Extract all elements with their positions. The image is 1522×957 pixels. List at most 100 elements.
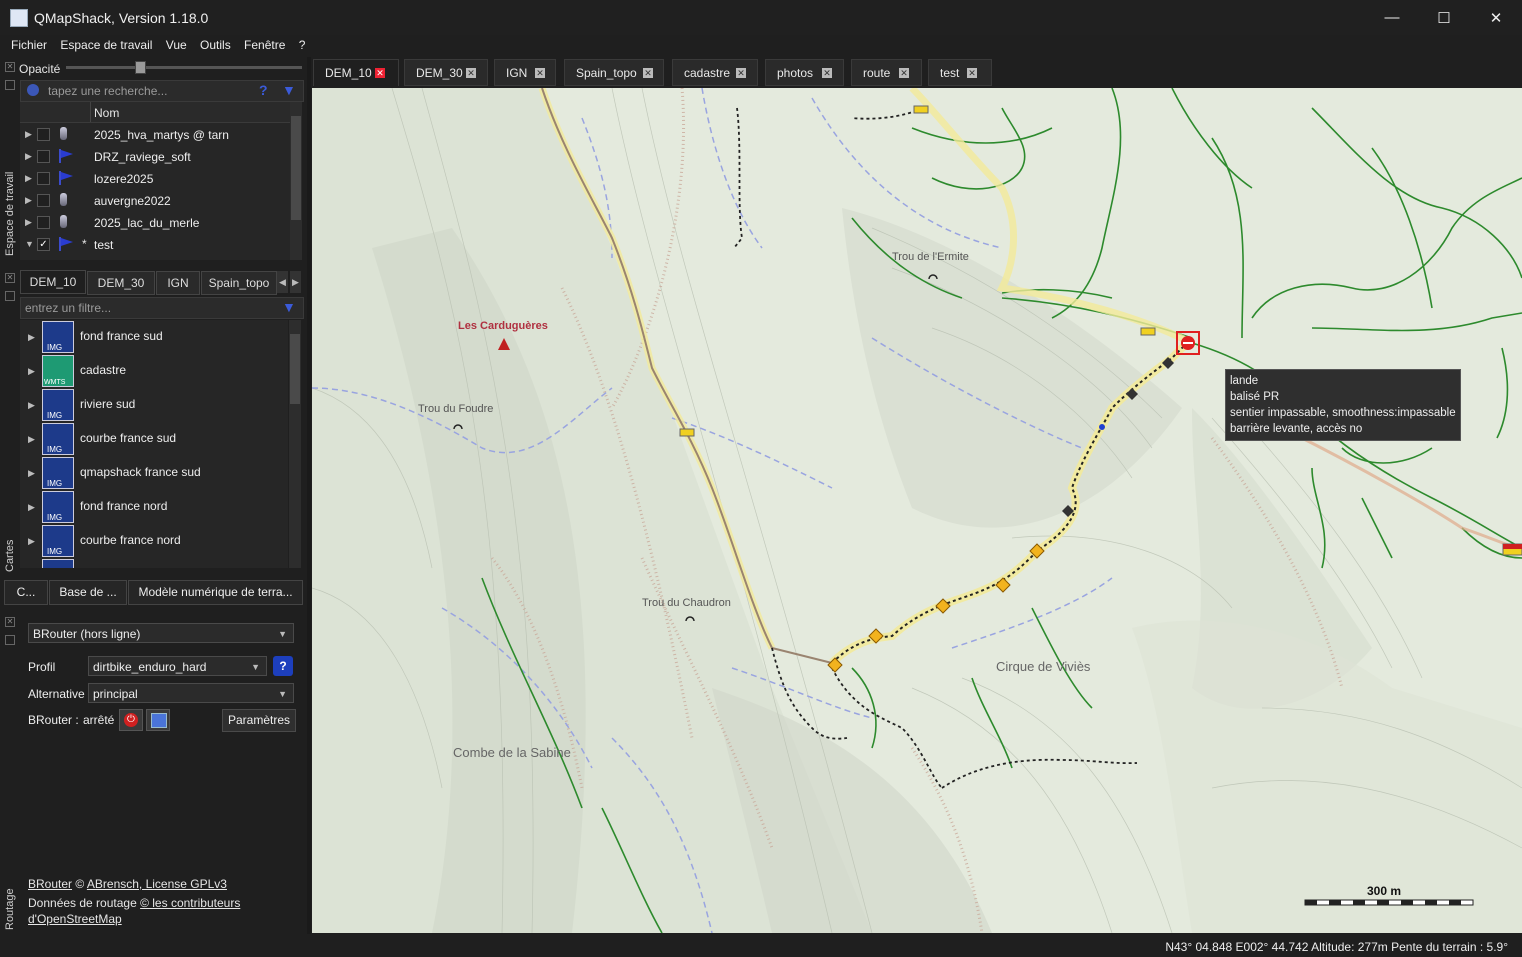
column-header-name[interactable]: Nom bbox=[94, 106, 119, 120]
menu-outils[interactable]: Outils bbox=[195, 35, 236, 55]
map-view-tab-dem10[interactable]: DEM_10 bbox=[20, 270, 86, 294]
map-view-tab-dem30[interactable]: DEM_30 bbox=[87, 271, 155, 295]
map-tab-dem30[interactable]: DEM_30 ✕ bbox=[404, 59, 488, 86]
tabs-left-arrow-icon[interactable]: ◀ bbox=[277, 271, 288, 293]
expand-arrow-icon[interactable]: ▶ bbox=[25, 129, 32, 140]
profile-help-icon[interactable]: ? bbox=[273, 656, 293, 676]
router-value: BRouter (hors ligne) bbox=[33, 627, 141, 641]
list-item[interactable]: ▶ IMG courbe france sud bbox=[20, 422, 285, 456]
opacity-slider-handle[interactable] bbox=[135, 61, 146, 74]
minimize-button[interactable]: — bbox=[1366, 0, 1418, 35]
power-button[interactable]: ⏻ bbox=[119, 709, 143, 731]
expand-arrow-icon[interactable]: ▶ bbox=[28, 366, 35, 377]
parameters-button[interactable]: Paramètres bbox=[222, 709, 296, 732]
help-icon[interactable]: ? bbox=[259, 82, 268, 98]
expand-arrow-icon[interactable]: ▶ bbox=[25, 151, 32, 162]
menu-vue[interactable]: Vue bbox=[161, 35, 192, 55]
profile-select[interactable]: dirtbike_enduro_hard ▼ bbox=[88, 656, 267, 676]
filter-icon[interactable]: ▼ bbox=[282, 299, 296, 315]
expand-arrow-icon[interactable]: ▶ bbox=[28, 434, 35, 445]
tree-row[interactable]: ▶ 2025_lac_du_merle bbox=[20, 212, 290, 234]
project-checkbox-checked[interactable]: ✓ bbox=[37, 238, 50, 251]
map-tab-route[interactable]: route ✕ bbox=[851, 59, 922, 86]
map-list-scrollbar[interactable] bbox=[289, 320, 301, 568]
close-window-button[interactable]: ✕ bbox=[1470, 0, 1522, 35]
brouter-link[interactable]: BRouter bbox=[28, 877, 72, 891]
tabs-right-arrow-icon[interactable]: ▶ bbox=[290, 271, 301, 293]
close-tab-icon[interactable]: ✕ bbox=[822, 68, 832, 78]
tree-row[interactable]: ▶ lozere2025 bbox=[20, 168, 290, 190]
close-tab-icon[interactable]: ✕ bbox=[375, 68, 385, 78]
expand-arrow-icon[interactable]: ▶ bbox=[28, 502, 35, 513]
menu-fichier[interactable]: Fichier bbox=[6, 35, 52, 55]
menu-fenetre[interactable]: Fenêtre bbox=[239, 35, 290, 55]
dock-close-icon[interactable]: ✕ bbox=[5, 62, 15, 72]
console-button[interactable] bbox=[146, 709, 170, 731]
map-tab-cadastre[interactable]: cadastre ✕ bbox=[672, 59, 758, 86]
panel-splitter[interactable] bbox=[307, 57, 311, 934]
list-item[interactable]: ▶ IMG fond france nord bbox=[20, 490, 285, 524]
dock-close-icon[interactable]: ✕ bbox=[5, 273, 15, 283]
expand-arrow-icon[interactable]: ▶ bbox=[25, 195, 32, 206]
map-tab-photos[interactable]: photos ✕ bbox=[765, 59, 844, 86]
map-filter-input[interactable]: entrez un filtre... ▼ bbox=[20, 297, 304, 319]
project-checkbox[interactable] bbox=[37, 150, 50, 163]
dock-float-icon[interactable] bbox=[5, 291, 15, 301]
project-checkbox[interactable] bbox=[37, 194, 50, 207]
map-tab-spain-topo[interactable]: Spain_topo ✕ bbox=[564, 59, 664, 86]
abrensch-link[interactable]: ABrensch, License GPLv3 bbox=[87, 877, 227, 891]
workspace-scrollbar[interactable] bbox=[290, 102, 302, 260]
close-tab-icon[interactable]: ✕ bbox=[899, 68, 909, 78]
expand-arrow-icon[interactable]: ▶ bbox=[25, 217, 32, 228]
osm-link-continued[interactable]: d'OpenStreetMap bbox=[28, 912, 122, 926]
dock-float-icon[interactable] bbox=[5, 80, 15, 90]
close-tab-icon[interactable]: ✕ bbox=[967, 68, 977, 78]
filter-icon[interactable]: ▼ bbox=[282, 82, 296, 98]
map-label: fond france nord bbox=[80, 499, 168, 513]
osm-link[interactable]: © les contributeurs bbox=[140, 896, 240, 910]
list-item[interactable]: ▶ IMG fond france sud bbox=[20, 320, 285, 354]
menu-espace-de-travail[interactable]: Espace de travail bbox=[55, 35, 157, 55]
project-checkbox[interactable] bbox=[37, 216, 50, 229]
map-view-tab-spain-topo[interactable]: Spain_topo bbox=[201, 271, 277, 295]
map-tab-dem10[interactable]: DEM_10 ✕ bbox=[313, 59, 399, 86]
dock-close-icon[interactable]: ✕ bbox=[5, 617, 15, 627]
expand-arrow-icon[interactable]: ▶ bbox=[28, 536, 35, 547]
expand-arrow-icon[interactable]: ▶ bbox=[28, 468, 35, 479]
dock-tab-c[interactable]: C... bbox=[4, 580, 48, 605]
maximize-button[interactable]: ☐ bbox=[1418, 0, 1470, 35]
map-label: cadastre bbox=[80, 363, 127, 377]
map-tab-ign[interactable]: IGN ✕ bbox=[494, 59, 556, 86]
alternative-select[interactable]: principal ▼ bbox=[88, 683, 294, 703]
list-item[interactable] bbox=[20, 558, 285, 568]
tree-row[interactable]: ▶ 2025_hva_martys @ tarn bbox=[20, 124, 290, 146]
tree-row[interactable]: ▼ ✓ * test bbox=[20, 234, 290, 256]
expand-arrow-icon[interactable]: ▶ bbox=[25, 173, 32, 184]
dock-float-icon[interactable] bbox=[5, 635, 15, 645]
close-tab-icon[interactable]: ✕ bbox=[736, 68, 746, 78]
dock-tab-dem[interactable]: Modèle numérique de terra... bbox=[128, 580, 303, 605]
close-tab-icon[interactable]: ✕ bbox=[535, 68, 545, 78]
expand-arrow-icon[interactable]: ▶ bbox=[28, 332, 35, 343]
project-checkbox[interactable] bbox=[37, 128, 50, 141]
close-tab-icon[interactable]: ✕ bbox=[466, 68, 476, 78]
menu-help[interactable]: ? bbox=[294, 35, 311, 55]
tree-row[interactable]: ▶ DRZ_raviege_soft bbox=[20, 146, 290, 168]
map-tab-test[interactable]: test ✕ bbox=[928, 59, 992, 86]
list-item[interactable]: ▶ IMG riviere sud bbox=[20, 388, 285, 422]
tree-row[interactable]: ▶ auvergne2022 bbox=[20, 190, 290, 212]
map-canvas[interactable]: Trou de l'Ermite Les Carduguères Trou du… bbox=[312, 88, 1522, 933]
list-item[interactable]: ▶ IMG qmapshack france sud bbox=[20, 456, 285, 490]
search-settings-icon[interactable] bbox=[27, 84, 39, 96]
list-item[interactable]: ▶ WMTS cadastre bbox=[20, 354, 285, 388]
project-checkbox[interactable] bbox=[37, 172, 50, 185]
collapse-arrow-icon[interactable]: ▼ bbox=[25, 239, 34, 249]
list-item[interactable]: ▶ IMG courbe france nord bbox=[20, 524, 285, 558]
map-view-tab-ign[interactable]: IGN bbox=[156, 271, 200, 295]
router-select[interactable]: BRouter (hors ligne) ▼ bbox=[28, 623, 294, 643]
expand-arrow-icon[interactable]: ▶ bbox=[28, 400, 35, 411]
opacity-slider[interactable] bbox=[66, 66, 302, 69]
workspace-search-input[interactable]: tapez une recherche... ? ▼ bbox=[20, 80, 304, 102]
close-tab-icon[interactable]: ✕ bbox=[643, 68, 653, 78]
dock-tab-base[interactable]: Base de ... bbox=[49, 580, 127, 605]
